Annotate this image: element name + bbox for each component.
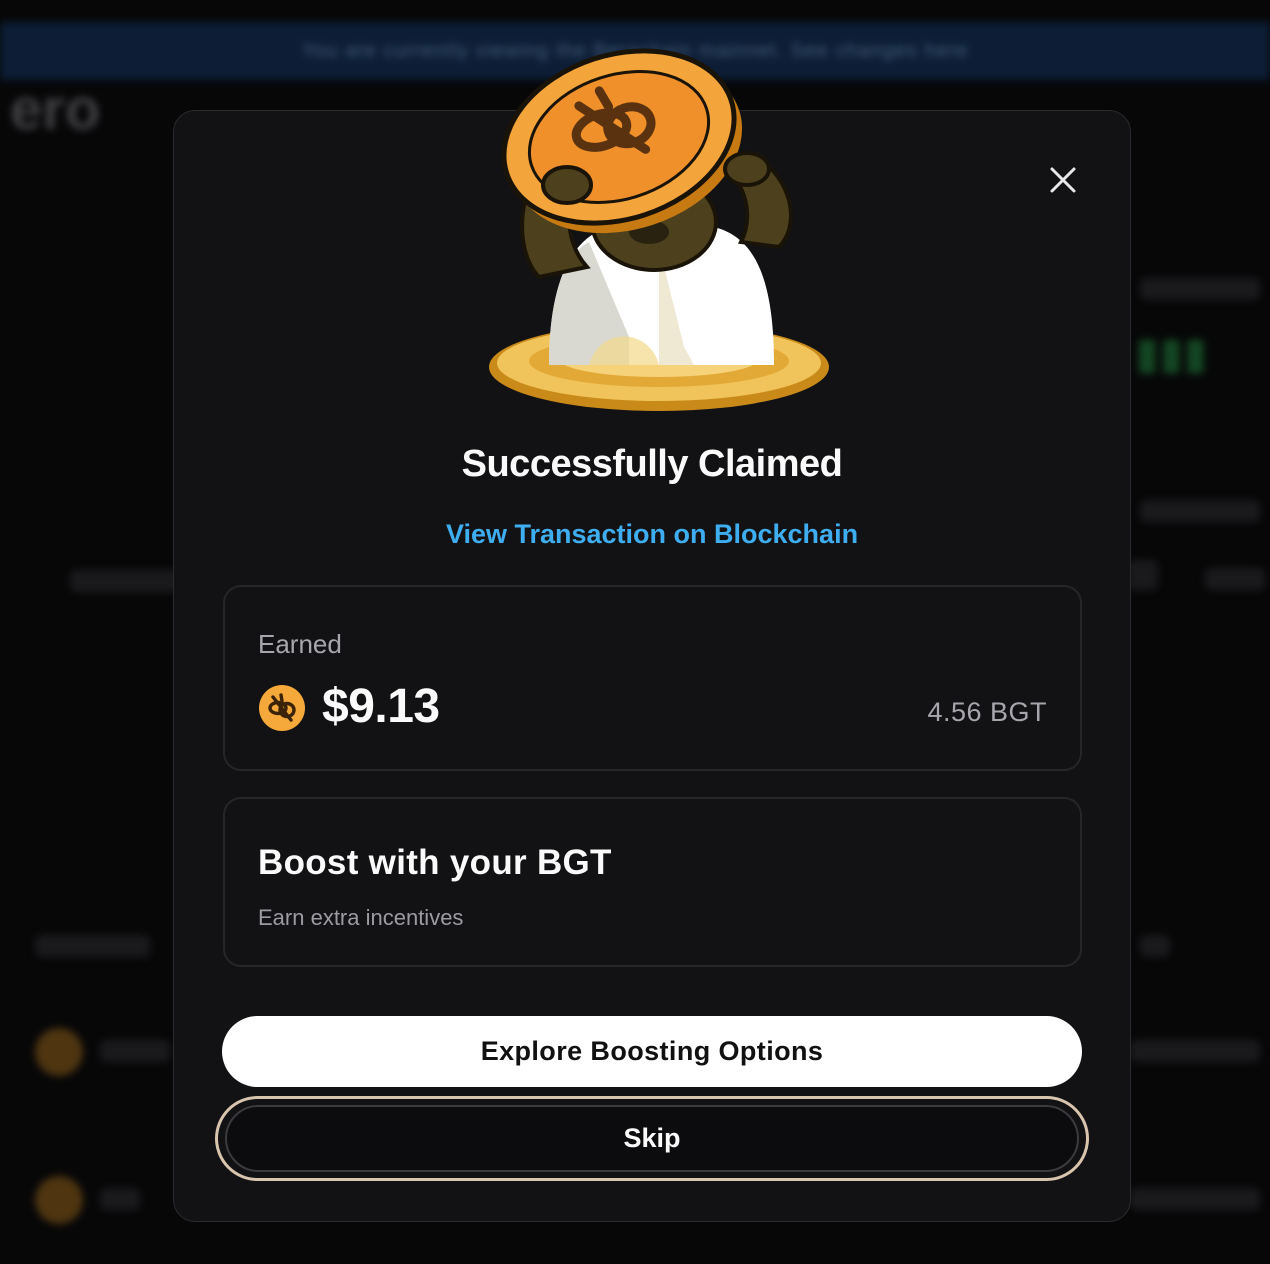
skip-button-focus-ring: Skip (215, 1096, 1089, 1181)
bg-row-value (1205, 568, 1265, 590)
claim-success-modal: Successfully Claimed View Transaction on… (173, 48, 1131, 1222)
bg-icon (1128, 560, 1158, 590)
earned-label: Earned (258, 629, 342, 659)
explore-boosting-button[interactable]: Explore Boosting Options (222, 1016, 1082, 1087)
boost-subtitle: Earn extra incentives (258, 905, 464, 930)
earned-card: Earned $9.13 4.56 BGT (223, 585, 1082, 771)
bg-stat-value: ▮▮▮ (1135, 329, 1208, 378)
bg-column-header (35, 935, 150, 957)
earned-usd-value: $9.13 (322, 680, 440, 733)
modal-title: Successfully Claimed (461, 443, 843, 485)
bg-token-icon-2 (35, 1176, 83, 1224)
bg-stat-label (1140, 278, 1260, 300)
bear-coin-mascot (489, 48, 829, 411)
boost-title: Boost with your BGT (258, 843, 612, 882)
bg-stat-label-2 (1140, 500, 1260, 522)
boost-card: Boost with your BGT Earn extra incentive… (223, 797, 1082, 967)
bg-token-icon (35, 1028, 83, 1076)
bg-token-name-2 (100, 1188, 140, 1210)
bgt-token-icon (259, 685, 305, 731)
background-logo: ero (10, 77, 101, 142)
earned-bgt-amount: 4.56 BGT (927, 697, 1047, 727)
bg-row-label (70, 570, 180, 592)
skip-button[interactable]: Skip (225, 1105, 1079, 1172)
bg-column-header-2 (1140, 935, 1170, 957)
bg-token-name (100, 1040, 170, 1062)
bg-token-value-2 (1130, 1188, 1260, 1210)
close-icon[interactable] (1046, 163, 1080, 197)
bg-token-value (1130, 1040, 1260, 1062)
view-transaction-link[interactable]: View Transaction on Blockchain (174, 519, 1130, 550)
